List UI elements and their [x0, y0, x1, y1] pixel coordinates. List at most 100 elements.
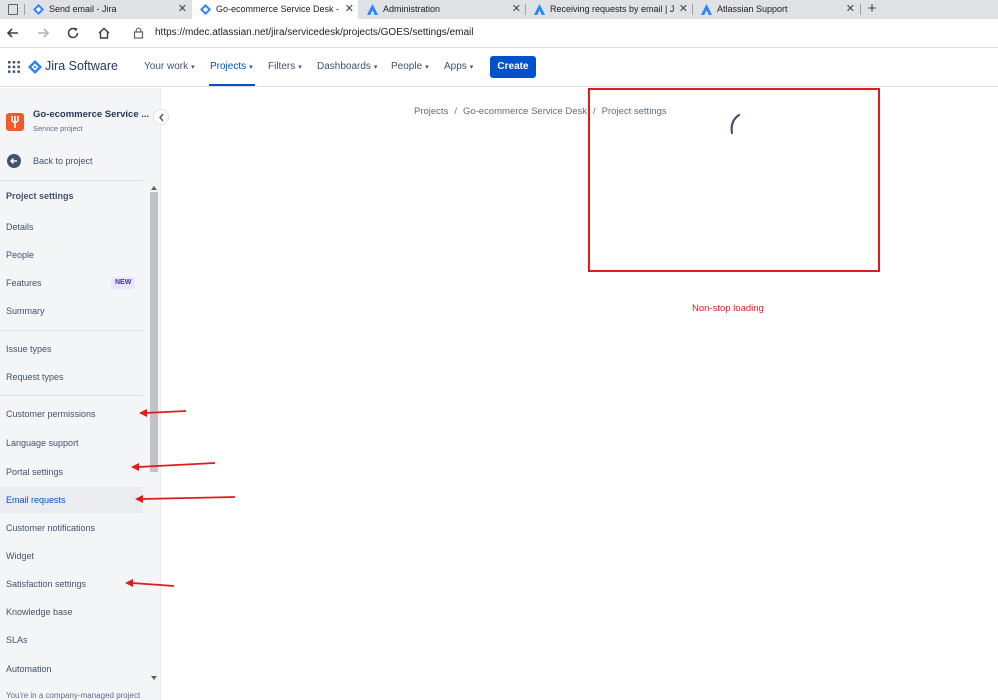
sidebar-item-label: Language support	[6, 438, 79, 448]
project-mode-footer: You're in a company-managed project	[6, 691, 141, 700]
sidebar-item-issue-types[interactable]: Issue types	[0, 336, 143, 362]
tab-title: Send email - Jira	[49, 4, 117, 14]
jira-icon	[200, 4, 211, 15]
tab-title: Go-ecommerce Service Desk - Email	[216, 4, 340, 14]
tab-atlassian-support[interactable]: Atlassian Support ✕	[693, 0, 859, 19]
close-icon[interactable]: ✕	[345, 0, 354, 19]
close-icon[interactable]: ✕	[846, 0, 855, 19]
sidebar-item-widget[interactable]: Widget	[0, 543, 143, 569]
jira-icon	[33, 4, 44, 15]
sidebar-item-label: Satisfaction settings	[6, 579, 87, 589]
sidebar-item-label: Summary	[6, 306, 45, 316]
sidebar-item-label: Request types	[6, 372, 64, 382]
sidebar-item-label: Issue types	[6, 344, 52, 354]
sidebar-item-language-support[interactable]: Language support	[0, 430, 143, 456]
sidebar-item-label: Customer permissions	[6, 409, 96, 419]
scroll-up-icon[interactable]	[150, 185, 158, 191]
chevron-down-icon: ▾	[298, 64, 302, 71]
sidebar-item-label: Email requests	[6, 495, 66, 505]
home-icon[interactable]	[96, 25, 112, 41]
divider	[0, 180, 143, 181]
tab-partial[interactable]	[0, 0, 20, 19]
nav-label: People	[391, 61, 423, 72]
annotation-label: Non-stop loading	[692, 303, 764, 314]
tab-title: Atlassian Support	[717, 4, 788, 14]
nav-dashboards[interactable]: Dashboards ▾	[317, 48, 377, 87]
tools-icon	[11, 116, 19, 128]
new-badge: NEW	[111, 277, 136, 289]
nav-label: Apps	[444, 61, 467, 72]
sidebar-item-label: Automation	[6, 664, 52, 674]
tab-go-ecommerce[interactable]: Go-ecommerce Service Desk - Email ✕	[192, 0, 358, 19]
divider	[0, 395, 143, 396]
active-nav-indicator	[209, 84, 255, 86]
sidebar-item-label: Details	[6, 222, 34, 232]
close-icon[interactable]: ✕	[512, 0, 521, 19]
collapse-sidebar-button[interactable]	[153, 109, 169, 125]
jira-logo-icon[interactable]	[28, 60, 42, 74]
product-name[interactable]: Jira Software	[45, 59, 118, 73]
sidebar-item-details[interactable]: Details	[0, 214, 143, 240]
nav-apps[interactable]: Apps ▾	[444, 48, 473, 87]
sidebar-item-customer-permissions[interactable]: Customer permissions	[0, 401, 143, 427]
sidebar-item-request-types[interactable]: Request types	[0, 364, 143, 390]
tab-title: Administration	[383, 4, 441, 14]
reload-icon[interactable]	[65, 25, 81, 41]
atlassian-icon	[534, 4, 545, 15]
create-button[interactable]: Create	[490, 56, 536, 78]
close-icon[interactable]: ✕	[679, 0, 688, 19]
app-switcher-icon[interactable]	[8, 61, 20, 73]
tab-title: Receiving requests by email | Jira Servi…	[550, 4, 674, 14]
sidebar-item-label: Features	[6, 278, 42, 288]
sidebar-item-portal-settings[interactable]: Portal settings	[0, 459, 143, 485]
breadcrumb-separator: /	[454, 106, 457, 117]
sidebar-item-customer-notifications[interactable]: Customer notifications	[0, 515, 143, 541]
sidebar-item-label: Portal settings	[6, 467, 64, 477]
atlassian-icon	[367, 4, 378, 15]
nav-projects[interactable]: Projects ▾	[210, 48, 253, 87]
sidebar-item-satisfaction-settings[interactable]: Satisfaction settings	[0, 571, 143, 597]
annotation-highlight-box	[588, 88, 880, 272]
section-title: Project settings	[6, 191, 74, 201]
chevron-down-icon: ▾	[425, 64, 429, 71]
scrollbar-thumb[interactable]	[150, 192, 158, 472]
sidebar-item-features[interactable]: Features NEW	[0, 270, 143, 296]
back-arrow-icon	[7, 154, 21, 168]
nav-people[interactable]: People ▾	[391, 48, 429, 87]
address-bar-url[interactable]: https://mdec.atlassian.net/jira/serviced…	[155, 27, 473, 38]
project-name[interactable]: Go-ecommerce Service ...	[33, 109, 149, 120]
back-to-project-label: Back to project	[33, 156, 93, 166]
divider	[0, 330, 143, 331]
sidebar-item-label: Knowledge base	[6, 607, 73, 617]
tab-send-email[interactable]: Send email - Jira ✕	[25, 0, 191, 19]
nav-label: Projects	[210, 61, 247, 72]
scroll-down-icon[interactable]	[150, 675, 158, 681]
project-avatar[interactable]	[6, 113, 24, 131]
sidebar-item-label: Customer notifications	[6, 523, 96, 533]
nav-your-work[interactable]: Your work ▾	[144, 48, 195, 87]
tab-receiving-requests[interactable]: Receiving requests by email | Jira Servi…	[526, 0, 692, 19]
sidebar-item-automation[interactable]: Automation	[0, 656, 143, 682]
sidebar-item-label: People	[6, 250, 35, 260]
sidebar-item-people[interactable]: People	[0, 242, 143, 268]
chevron-left-icon	[159, 113, 164, 122]
close-icon[interactable]: ✕	[178, 0, 187, 19]
nav-label: Your work	[144, 61, 189, 72]
breadcrumb-project[interactable]: Go-ecommerce Service Desk	[463, 106, 587, 117]
tab-administration[interactable]: Administration ✕	[359, 0, 525, 19]
chevron-down-icon: ▾	[373, 64, 378, 71]
new-tab-button[interactable]: +	[864, 0, 880, 19]
forward-arrow-icon[interactable]	[35, 25, 51, 41]
sidebar-item-email-requests[interactable]: Email requests	[0, 487, 143, 513]
browser-tab-strip: Send email - Jira ✕ Go-ecommerce Service…	[0, 0, 998, 19]
back-arrow-icon[interactable]	[5, 25, 21, 41]
project-type: Service project	[33, 124, 83, 133]
lock-icon[interactable]	[133, 27, 144, 39]
sidebar-item-label: SLAs	[6, 635, 28, 645]
nav-filters[interactable]: Filters ▾	[268, 48, 302, 87]
back-to-project-link[interactable]: Back to project	[0, 148, 143, 174]
sidebar-item-slas[interactable]: SLAs	[0, 627, 143, 653]
sidebar-item-knowledge-base[interactable]: Knowledge base	[0, 599, 143, 625]
sidebar-item-summary[interactable]: Summary	[0, 298, 143, 324]
breadcrumb-projects[interactable]: Projects	[414, 106, 448, 117]
